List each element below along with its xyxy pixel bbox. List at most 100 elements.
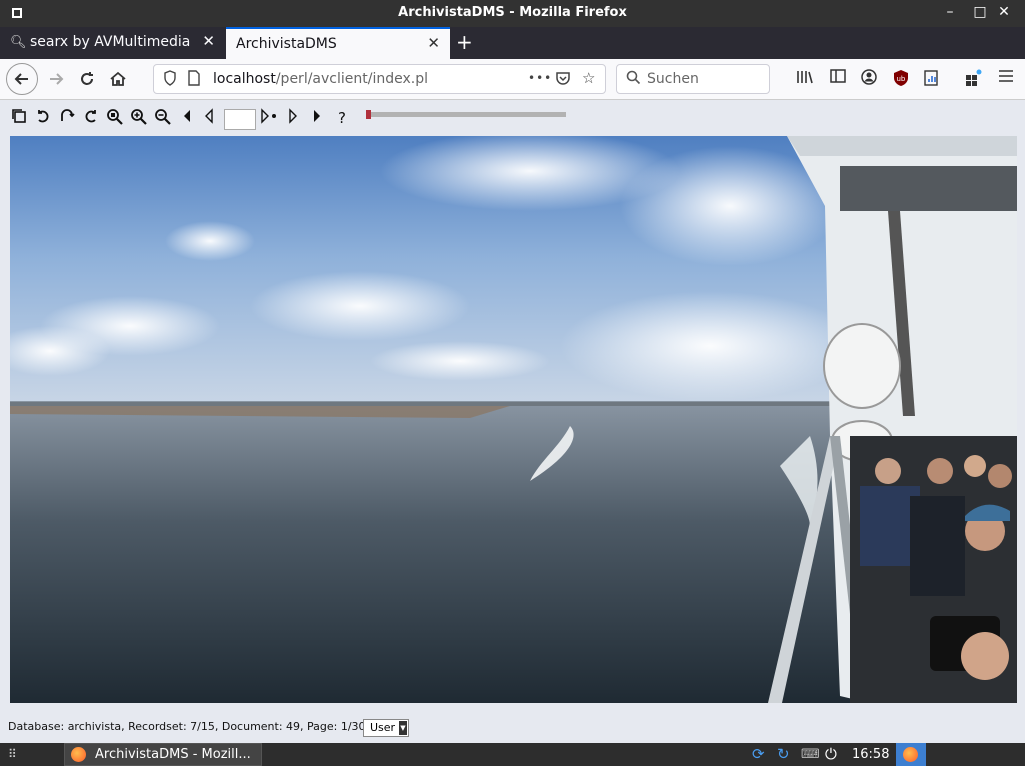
shield-icon[interactable] xyxy=(163,70,177,90)
last-page-icon[interactable] xyxy=(307,108,327,128)
sync-icon[interactable]: ⟳ xyxy=(752,745,765,763)
svg-text:ub: ub xyxy=(897,75,906,83)
zoom-out-shape xyxy=(155,109,171,125)
page-slider[interactable] xyxy=(366,110,566,119)
sidebar-shape xyxy=(830,69,846,83)
back-button[interactable] xyxy=(6,63,38,95)
extensions-shape xyxy=(966,69,982,86)
maximize-button[interactable]: □ xyxy=(971,4,989,20)
search-icon xyxy=(626,70,641,89)
page-shape xyxy=(188,70,200,86)
first-page-shape xyxy=(184,110,190,122)
navigation-toolbar: localhost/perl/avclient/index.pl ••• ☆ S… xyxy=(0,59,1025,100)
taskbar-firefox-button[interactable] xyxy=(896,743,926,766)
app-launcher-icon[interactable]: ⠿ xyxy=(8,747,17,761)
os-taskbar: ⠿ ArchivistaDMS - Mozill... ⟳ ↻ ⌨ ⏻ 16:5… xyxy=(0,743,1025,766)
search-bar[interactable]: Suchen xyxy=(616,64,770,94)
pocket-icon[interactable] xyxy=(555,70,571,90)
extensions-icon[interactable] xyxy=(963,69,983,91)
next-page-icon[interactable] xyxy=(283,108,303,128)
clock: 16:58 xyxy=(852,747,890,762)
close-window-button[interactable]: ✕ xyxy=(995,4,1013,20)
previous-page-icon[interactable] xyxy=(199,108,219,128)
taskbar-item-firefox[interactable]: ArchivistaDMS - Mozill... xyxy=(64,743,262,766)
copy-shape xyxy=(12,109,26,123)
viewer-toolbar: ? xyxy=(0,102,1025,134)
last-page-shape xyxy=(314,110,320,122)
zoom-fit-shape xyxy=(107,109,123,125)
go-to-page-icon[interactable] xyxy=(258,108,280,128)
ublock-icon[interactable]: ub xyxy=(891,69,911,91)
go-to-page-shape xyxy=(261,108,276,124)
pocket-shape xyxy=(556,72,570,85)
zoom-in-icon[interactable] xyxy=(129,108,149,128)
next-page-shape xyxy=(289,108,297,124)
ferry-sea-photo xyxy=(10,136,1017,703)
document-image[interactable] xyxy=(10,136,1017,703)
library-icon[interactable] xyxy=(795,69,815,89)
account-shape xyxy=(861,69,877,85)
flip-shape xyxy=(61,109,75,121)
bookmark-star-icon[interactable]: ☆ xyxy=(582,69,595,87)
rotate-right-shape xyxy=(85,110,96,123)
flip-icon[interactable] xyxy=(57,108,77,128)
hamburger-shape xyxy=(999,70,1013,82)
form-select[interactable]: User ▼ xyxy=(363,719,409,737)
rotate-left-icon[interactable] xyxy=(33,108,53,128)
power-icon[interactable]: ⏻ xyxy=(825,745,837,763)
form-select-value: User xyxy=(370,721,396,734)
minimize-button[interactable]: – xyxy=(941,4,959,20)
rotate-left-shape xyxy=(38,110,49,123)
chevron-down-icon: ▼ xyxy=(399,721,407,735)
previous-page-shape xyxy=(205,108,213,124)
firefox-icon xyxy=(71,747,86,762)
close-tab-icon[interactable]: ✕ xyxy=(202,32,215,50)
first-page-icon[interactable] xyxy=(177,108,197,128)
ublock-shape: ub xyxy=(894,70,908,86)
arrow-right-icon xyxy=(50,73,64,85)
firefox-icon xyxy=(903,747,918,762)
home-button[interactable] xyxy=(104,65,132,93)
tab-archivistadms[interactable]: ArchivistaDMS ✕ xyxy=(226,27,450,59)
tab-label: ArchivistaDMS xyxy=(236,36,337,52)
page-actions-icon[interactable]: ••• xyxy=(528,71,552,85)
url-path: /perl/avclient/index.pl xyxy=(275,71,428,87)
zoom-fit-icon[interactable] xyxy=(105,108,125,128)
tab-searx[interactable]: 🔍︎ searx by AVMultimedia ✕ xyxy=(0,27,225,59)
forward-button[interactable] xyxy=(42,65,70,93)
home-icon xyxy=(110,71,126,86)
zoom-out-icon[interactable] xyxy=(153,108,173,128)
update-icon[interactable]: ↻ xyxy=(777,745,790,763)
extension-stats-icon[interactable] xyxy=(922,69,942,91)
keyboard-icon[interactable]: ⌨ xyxy=(801,747,820,762)
help-button[interactable]: ? xyxy=(332,108,352,128)
url-bar[interactable]: localhost/perl/avclient/index.pl ••• ☆ xyxy=(153,64,606,94)
hamburger-menu-icon[interactable] xyxy=(996,69,1016,87)
arrow-left-icon xyxy=(14,73,28,85)
library-shape xyxy=(797,71,813,84)
close-tab-icon[interactable]: ✕ xyxy=(427,34,440,52)
sidebar-icon[interactable] xyxy=(828,69,848,87)
zoom-in-shape xyxy=(131,109,147,125)
shield-shape xyxy=(164,70,176,86)
reload-icon xyxy=(81,72,93,85)
page-number-input[interactable] xyxy=(224,109,256,130)
window-titlebar: ArchivistaDMS - Mozilla Firefox – □ ✕ xyxy=(0,0,1025,27)
page-slider-knob[interactable] xyxy=(366,110,371,119)
rotate-right-icon[interactable] xyxy=(81,108,101,128)
search-placeholder: Suchen xyxy=(647,71,699,87)
magnifier-icon: 🔍︎ xyxy=(10,35,27,50)
taskbar-item-label: ArchivistaDMS - Mozill... xyxy=(95,747,251,762)
status-line: Database: archivista, Recordset: 7/15, D… xyxy=(8,720,404,733)
page-icon xyxy=(188,70,200,90)
url-host: localhost xyxy=(213,71,276,87)
copy-icon[interactable] xyxy=(9,108,29,128)
new-tab-button[interactable]: + xyxy=(456,30,473,54)
reload-button[interactable] xyxy=(73,65,101,93)
window-title: ArchivistaDMS - Mozilla Firefox xyxy=(398,5,627,20)
url-text[interactable]: localhost/perl/avclient/index.pl xyxy=(213,71,428,87)
account-icon[interactable] xyxy=(859,69,879,89)
tab-strip: 🔍︎ searx by AVMultimedia ✕ ArchivistaDMS… xyxy=(0,27,1025,59)
tab-label: searx by AVMultimedia xyxy=(30,34,191,50)
stats-shape xyxy=(924,70,938,86)
